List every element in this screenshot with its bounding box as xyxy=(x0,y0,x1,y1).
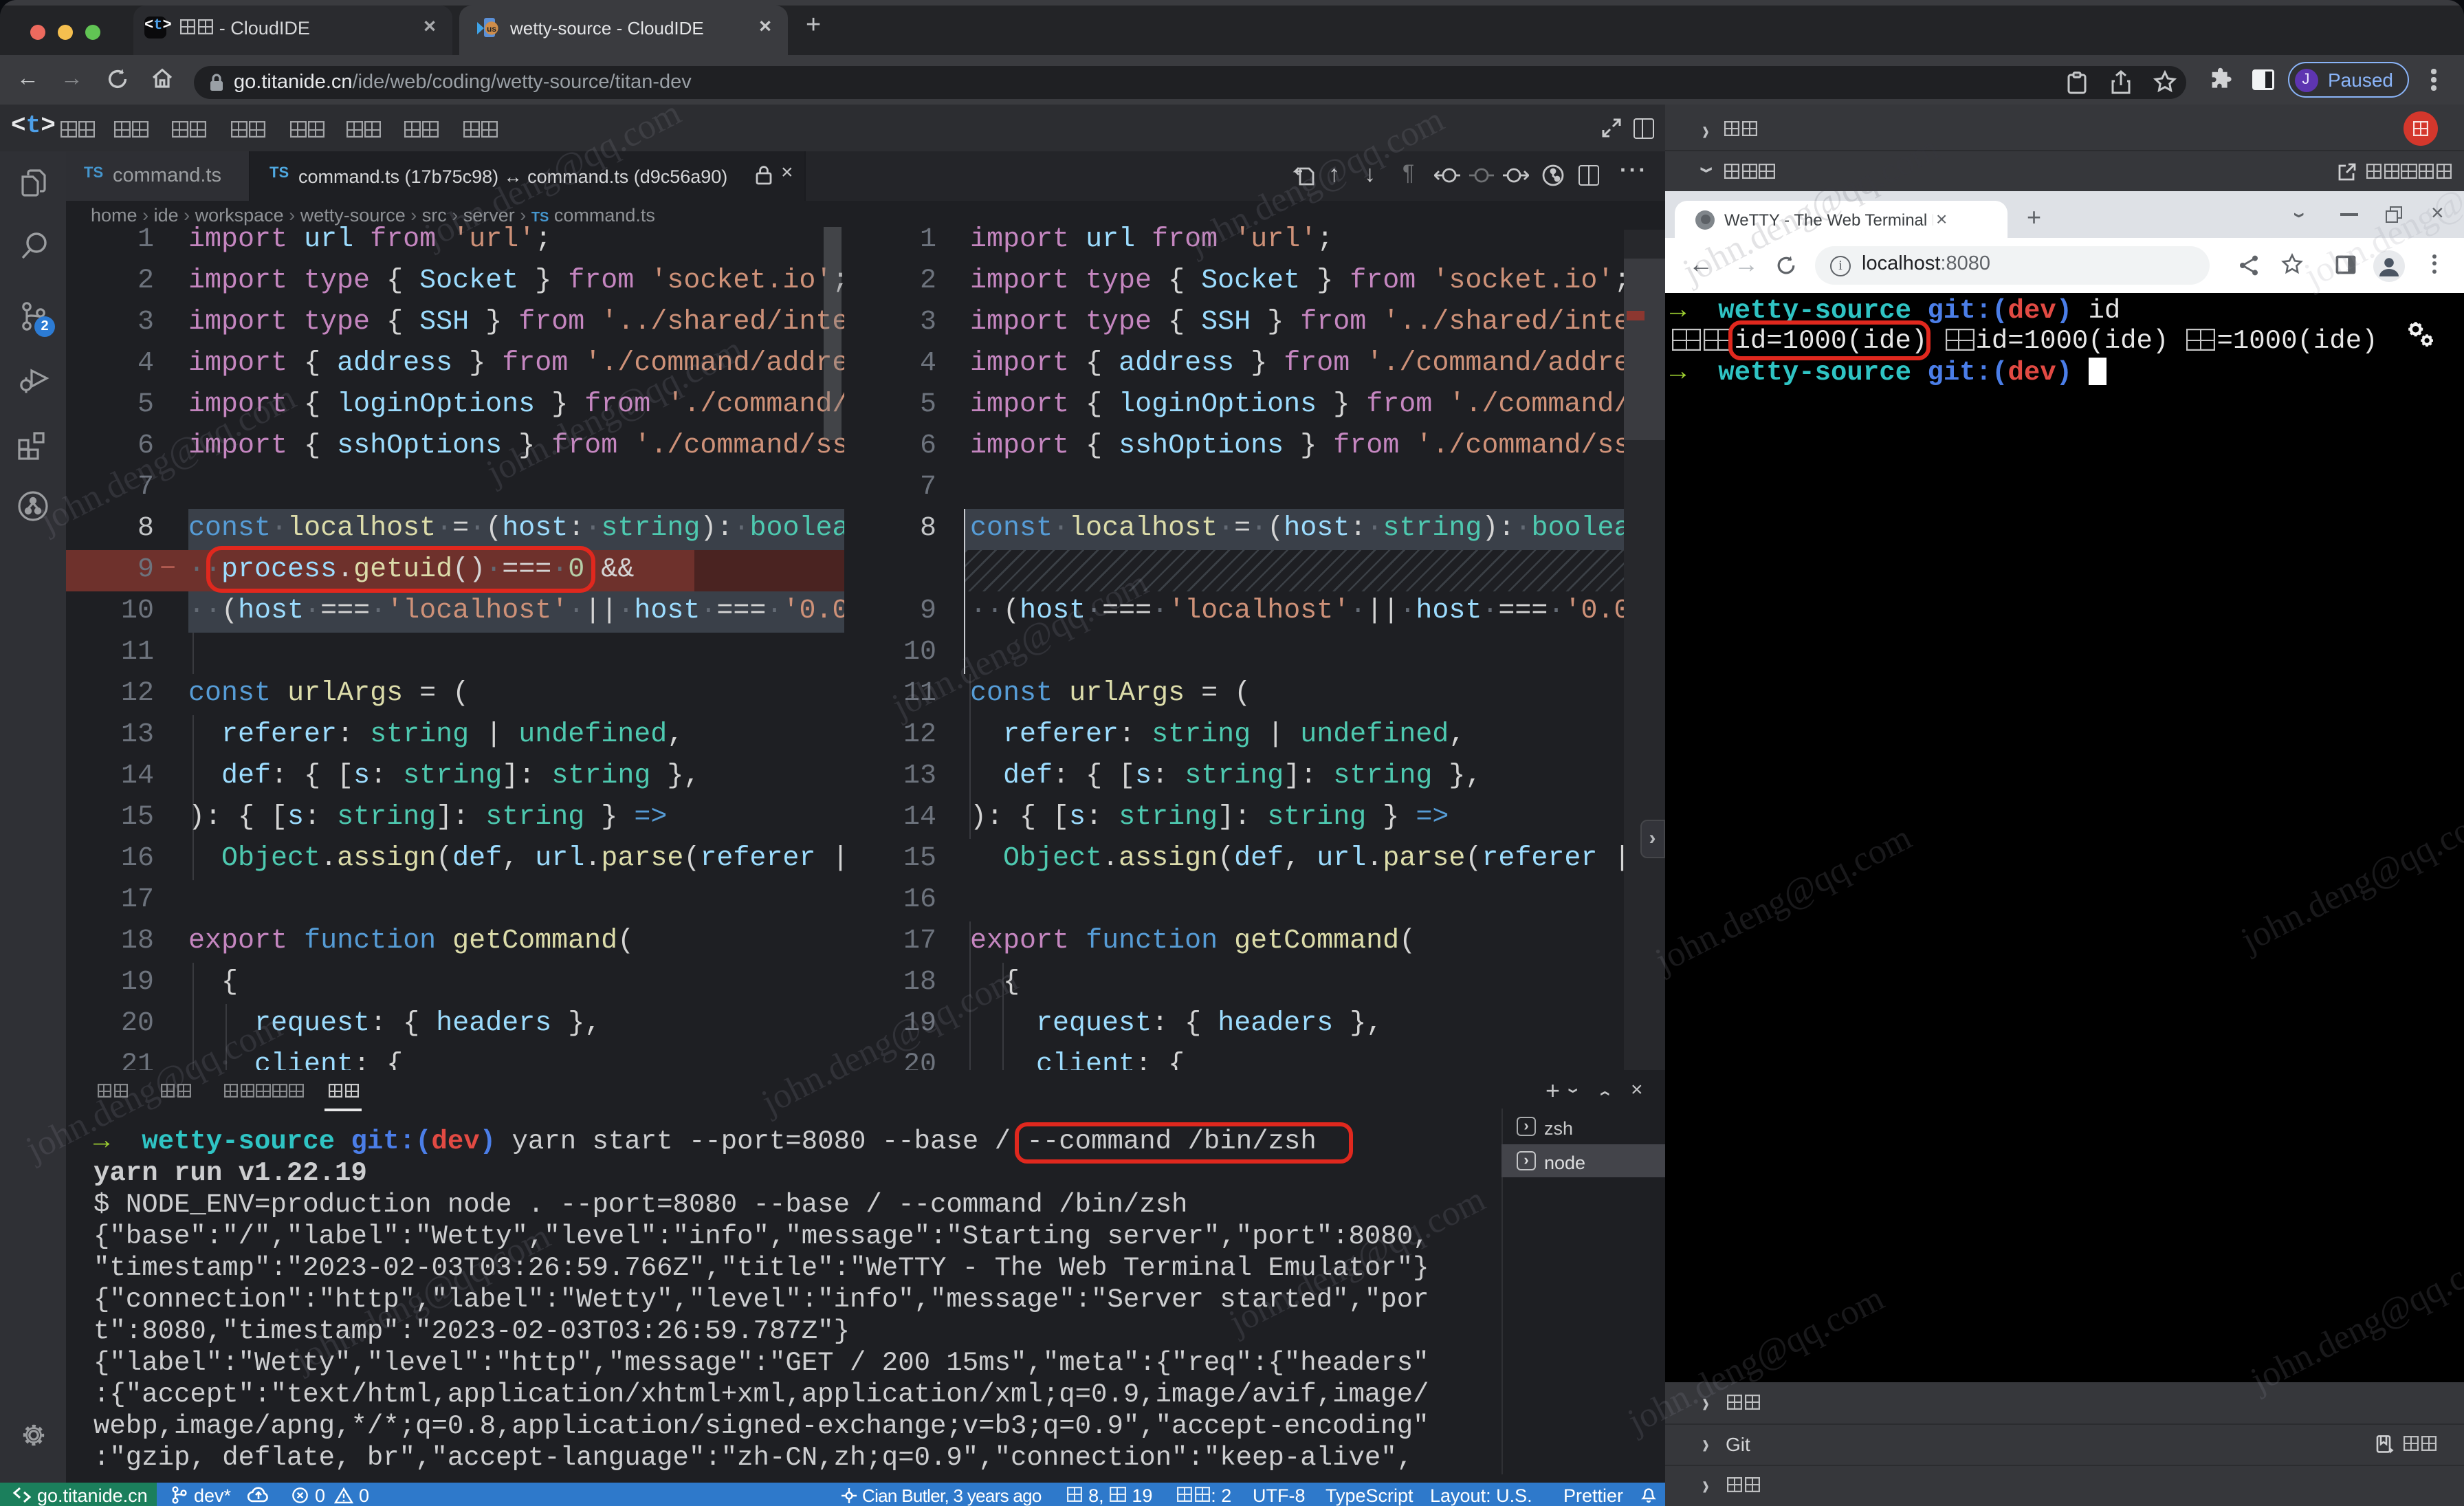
svg-text:us: us xyxy=(487,24,496,34)
